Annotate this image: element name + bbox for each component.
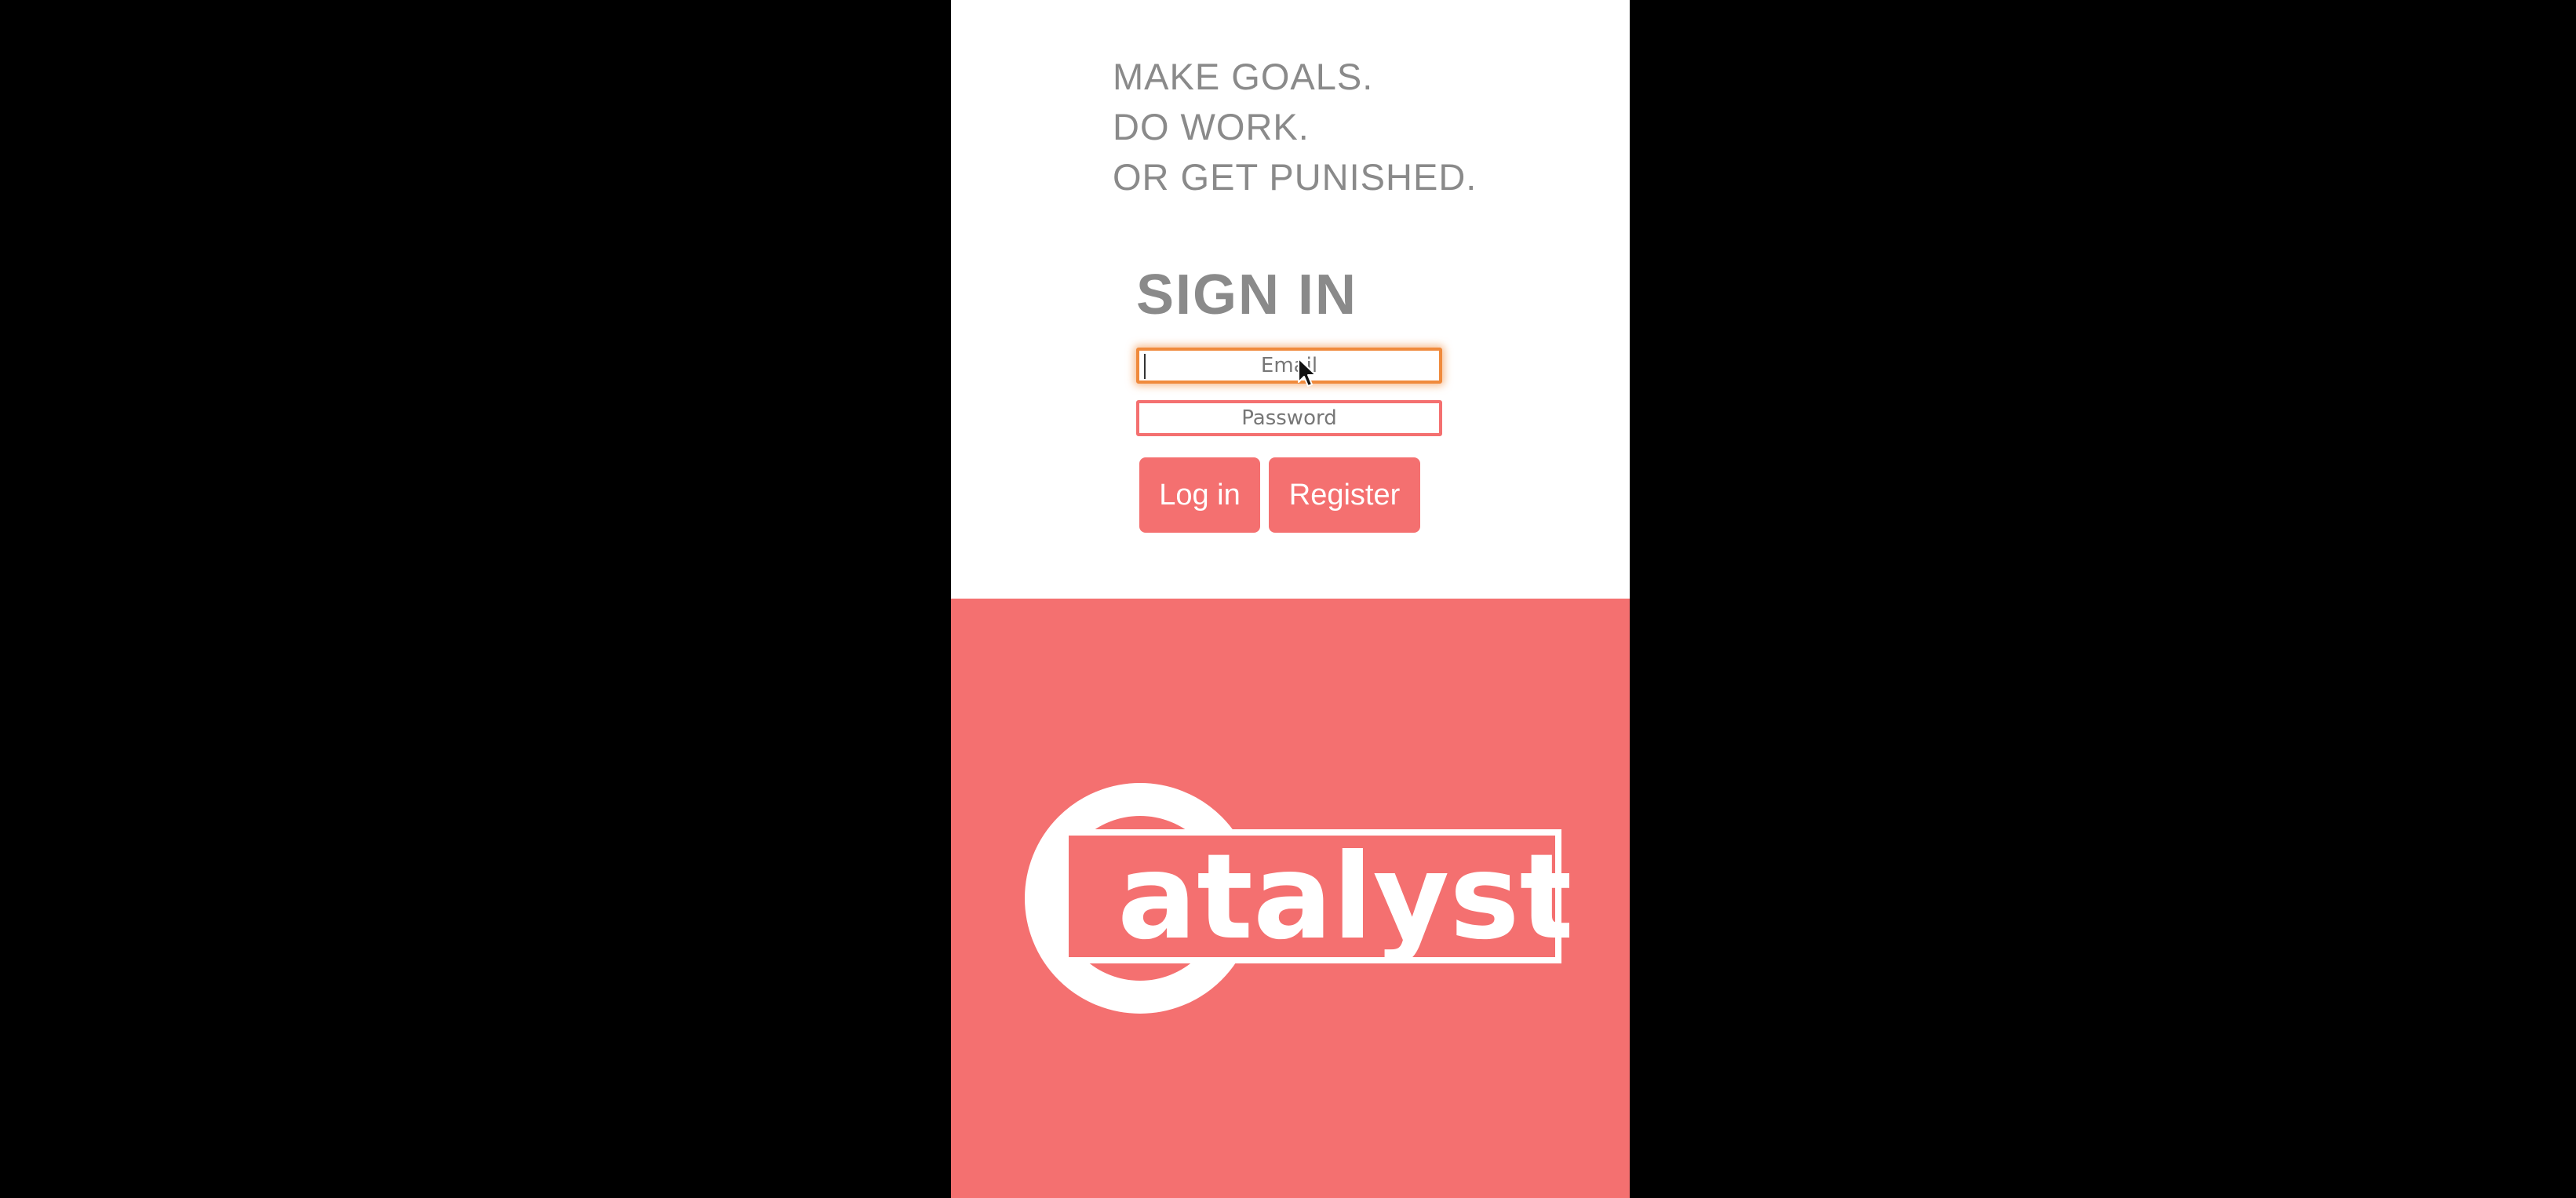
mouse-pointer-icon bbox=[1298, 358, 1317, 387]
tagline: MAKE GOALS. DO WORK. OR GET PUNISHED. bbox=[1113, 52, 1477, 202]
email-field[interactable] bbox=[1136, 348, 1442, 384]
logo-c-fill bbox=[1045, 836, 1069, 957]
password-field[interactable] bbox=[1136, 400, 1442, 436]
register-button[interactable]: Register bbox=[1269, 457, 1420, 533]
logo-wordmark: atalyst bbox=[1117, 829, 1569, 966]
screen: MAKE GOALS. DO WORK. OR GET PUNISHED. SI… bbox=[0, 0, 2576, 1198]
text-caret bbox=[1144, 354, 1146, 379]
signin-panel: MAKE GOALS. DO WORK. OR GET PUNISHED. SI… bbox=[951, 0, 1630, 599]
login-button[interactable]: Log in bbox=[1139, 457, 1260, 533]
tagline-line-3: OR GET PUNISHED. bbox=[1113, 156, 1477, 198]
signin-title: SIGN IN bbox=[1136, 264, 1358, 326]
brand-panel: atalyst bbox=[951, 599, 1630, 1198]
tagline-line-2: DO WORK. bbox=[1113, 106, 1310, 147]
tagline-line-1: MAKE GOALS. bbox=[1113, 56, 1374, 97]
catalyst-logo: atalyst bbox=[1025, 783, 1569, 1014]
app-viewport: MAKE GOALS. DO WORK. OR GET PUNISHED. SI… bbox=[951, 0, 1630, 1198]
